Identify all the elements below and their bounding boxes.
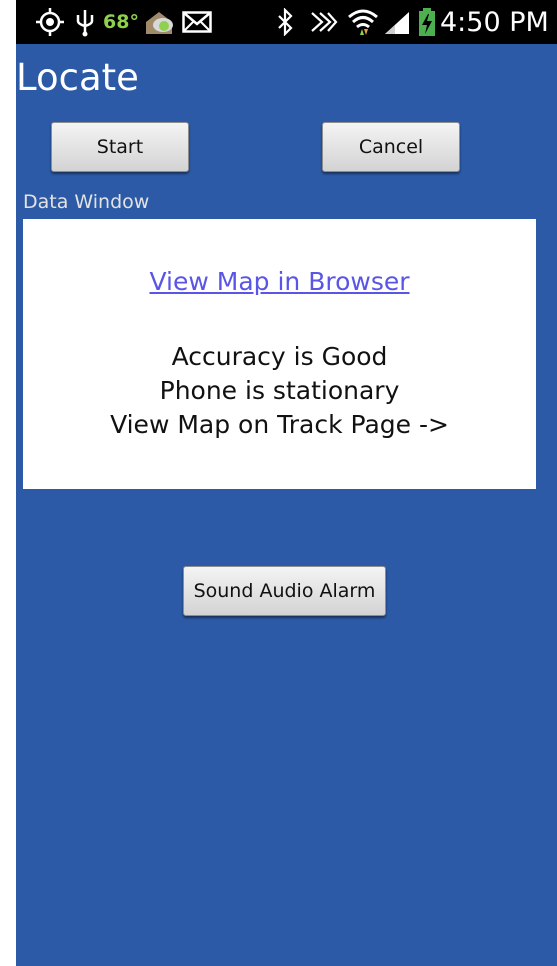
- wifi-icon: [346, 0, 380, 44]
- weather-icon: [142, 0, 178, 44]
- email-icon: [180, 0, 214, 44]
- battery-charging-icon: [416, 0, 438, 44]
- track-page-hint: View Map on Track Page ->: [110, 410, 449, 439]
- app-title: Locate: [16, 56, 139, 99]
- clock: 4:50 PM: [440, 6, 549, 38]
- cancel-button[interactable]: Cancel: [322, 122, 460, 172]
- view-map-in-browser-link[interactable]: View Map in Browser: [23, 267, 536, 296]
- nfc-icon: [306, 0, 340, 44]
- usb-icon: [72, 0, 98, 44]
- status-bar: 68° 4:50 PM: [16, 0, 557, 44]
- data-window: View Map in Browser Accuracy is Good Pho…: [23, 219, 536, 489]
- data-window-label: Data Window: [23, 191, 150, 213]
- motion-status: Phone is stationary: [159, 376, 400, 405]
- bluetooth-icon: [273, 0, 297, 44]
- signal-icon: [382, 0, 412, 44]
- start-button[interactable]: Start: [51, 122, 189, 172]
- sound-audio-alarm-button[interactable]: Sound Audio Alarm: [183, 566, 386, 616]
- temperature-readout: 68°: [103, 11, 139, 33]
- accuracy-status: Accuracy is Good: [171, 342, 388, 371]
- app-screen: 68° 4:50 PM Locate Start Cancel Data Win…: [16, 0, 557, 966]
- gps-target-icon: [32, 0, 68, 44]
